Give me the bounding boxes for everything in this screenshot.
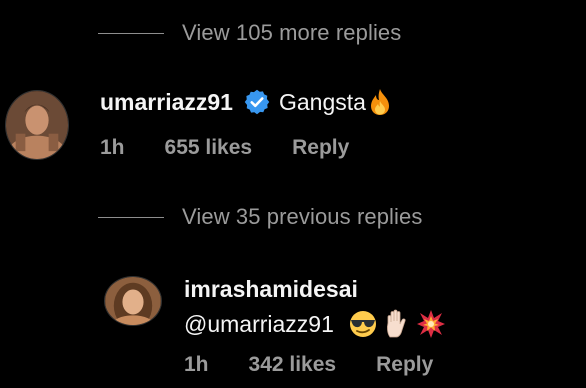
profile-photo-icon: [105, 277, 161, 325]
comment-imrashamidesai-username-row: imrashamidesai: [184, 276, 358, 303]
reply-button[interactable]: Reply: [376, 353, 433, 377]
comment-meta-imrashamidesai: 1h 342 likes Reply: [184, 353, 433, 377]
profile-photo-icon: [6, 91, 68, 159]
likes-count[interactable]: 655 likes: [165, 136, 253, 160]
comment-time: 1h: [184, 353, 209, 376]
verified-badge-icon: [244, 89, 270, 115]
mention-link[interactable]: @umarriazz91: [184, 311, 334, 338]
likes-count[interactable]: 342 likes: [249, 353, 337, 377]
reply-button[interactable]: Reply: [292, 136, 349, 160]
sunglasses-emoji-icon: [349, 311, 376, 337]
avatar-imrashamidesai[interactable]: [104, 276, 162, 326]
view-previous-replies-label: View 35 previous replies: [182, 204, 423, 229]
comment-imrashamidesai: @umarriazz91: [184, 309, 446, 339]
avatar-umarriazz91[interactable]: [5, 90, 69, 160]
view-previous-replies-button[interactable]: View 35 previous replies: [98, 204, 422, 230]
thread-divider-line: [98, 32, 164, 34]
username-umarriazz91[interactable]: umarriazz91: [100, 89, 233, 116]
comment-time: 1h: [100, 136, 125, 159]
username-imrashamidesai[interactable]: imrashamidesai: [184, 276, 358, 303]
comment-text: Gangsta: [278, 88, 366, 115]
comment-thread: View 105 more replies umarriazz91 Gangst…: [0, 0, 586, 388]
raised-hand-emoji-icon: [386, 309, 406, 338]
fire-emoji-icon: [370, 89, 389, 115]
view-more-replies-button[interactable]: View 105 more replies: [98, 20, 401, 46]
view-more-replies-label: View 105 more replies: [182, 20, 402, 45]
collision-emoji-icon: [416, 310, 445, 338]
thread-divider-line: [98, 216, 164, 218]
comment-umarriazz91: umarriazz91 Gangsta: [100, 88, 392, 116]
comment-meta-umarriazz91: 1h 655 likes Reply: [100, 136, 349, 160]
